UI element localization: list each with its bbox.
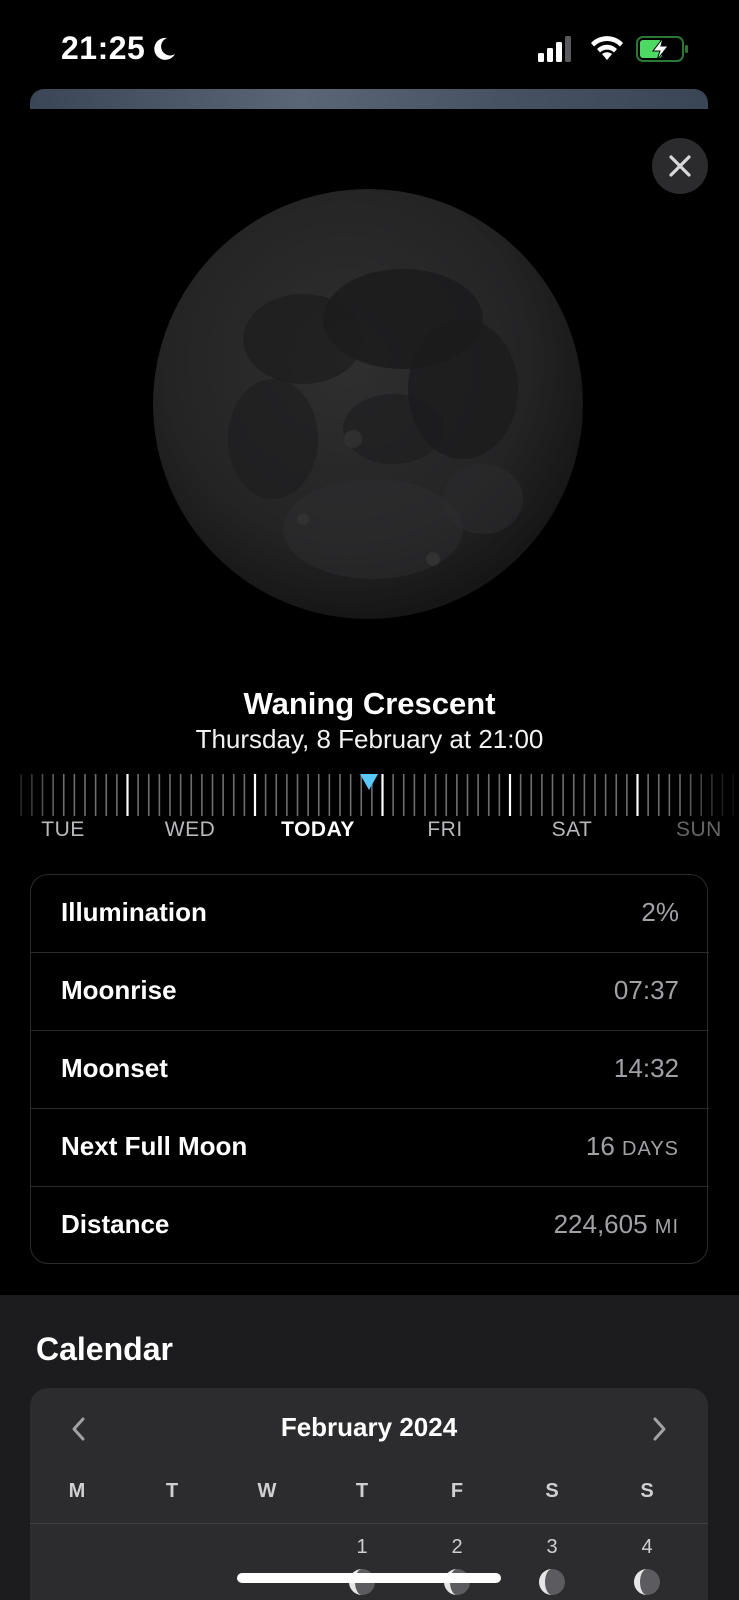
calendar-month: February 2024 <box>280 1412 458 1442</box>
calendar-weekday: T <box>165 1480 179 1502</box>
timeline-day-label[interactable]: FRI <box>427 818 462 842</box>
cellular-signal-icon <box>538 36 571 62</box>
moon-icon <box>154 37 175 60</box>
background-sheet-edge <box>30 89 708 109</box>
timeline-current-marker[interactable] <box>360 774 378 790</box>
info-row-distance: Distance 224,605 MI <box>31 1187 709 1265</box>
chevron-right-icon[interactable] <box>646 1414 672 1444</box>
timeline-day-label[interactable]: TUE <box>41 818 85 842</box>
calendar-day[interactable]: 4 <box>627 1536 667 1559</box>
calendar-day[interactable]: 1 <box>342 1536 382 1559</box>
info-value: 16 DAYS <box>585 1131 679 1161</box>
moon-info-card: Illumination 2% Moonrise 07:37 Moonset 1… <box>30 874 709 1265</box>
calendar-day[interactable]: 3 <box>532 1536 572 1559</box>
status-bar: 21:25 <box>0 0 739 90</box>
info-label: Next Full Moon <box>61 1131 248 1161</box>
moon-phase-name: Waning Crescent <box>243 686 496 721</box>
calendar-weekday: F <box>450 1480 464 1502</box>
calendar-sheet[interactable]: Calendar February 2024 M T W T F S S 1 2 3 4 <box>0 1295 739 1600</box>
calendar-weekday: S <box>545 1480 559 1502</box>
home-indicator[interactable] <box>237 1573 501 1583</box>
phase-timeline-scrubber[interactable] <box>0 770 739 842</box>
moon-image <box>153 189 583 619</box>
moon-phase-icon <box>634 1569 660 1595</box>
info-row-next-full-moon: Next Full Moon 16 DAYS <box>31 1109 709 1187</box>
moon-phase-icon <box>539 1569 565 1595</box>
timeline-day-label[interactable]: WED <box>165 818 216 842</box>
info-value: 14:32 <box>613 1053 679 1083</box>
calendar-day[interactable]: 2 <box>437 1536 477 1559</box>
info-value: 224,605 MI <box>553 1209 679 1239</box>
moon-date-time: Thursday, 8 February at 21:00 <box>195 724 544 754</box>
wifi-icon <box>591 36 623 60</box>
battery-charging-icon <box>636 36 688 62</box>
info-value: 2% <box>641 897 679 927</box>
close-button[interactable] <box>652 138 708 194</box>
info-label: Moonset <box>61 1053 168 1083</box>
status-time: 21:25 <box>61 30 146 66</box>
info-row-moonrise: Moonrise 07:37 <box>31 953 709 1031</box>
info-row-moonset: Moonset 14:32 <box>31 1031 709 1109</box>
calendar-title: Calendar <box>36 1331 173 1367</box>
info-label: Distance <box>61 1209 170 1239</box>
calendar-weekday: S <box>640 1480 654 1502</box>
calendar-weekday: M <box>68 1480 86 1502</box>
calendar-card: February 2024 M T W T F S S 1 2 3 4 <box>30 1388 708 1600</box>
info-value: 07:37 <box>613 975 679 1005</box>
info-label: Moonrise <box>61 975 177 1005</box>
timeline-day-label[interactable]: SUN <box>676 818 739 842</box>
timeline-day-label[interactable]: SAT <box>552 818 593 842</box>
timeline-day-label[interactable]: TODAY <box>281 818 355 842</box>
info-row-illumination: Illumination 2% <box>31 875 709 953</box>
info-label: Illumination <box>61 897 207 927</box>
calendar-weekday: W <box>257 1480 277 1502</box>
calendar-weekday: T <box>355 1480 369 1502</box>
calendar-divider <box>30 1523 708 1524</box>
close-icon <box>669 155 691 177</box>
